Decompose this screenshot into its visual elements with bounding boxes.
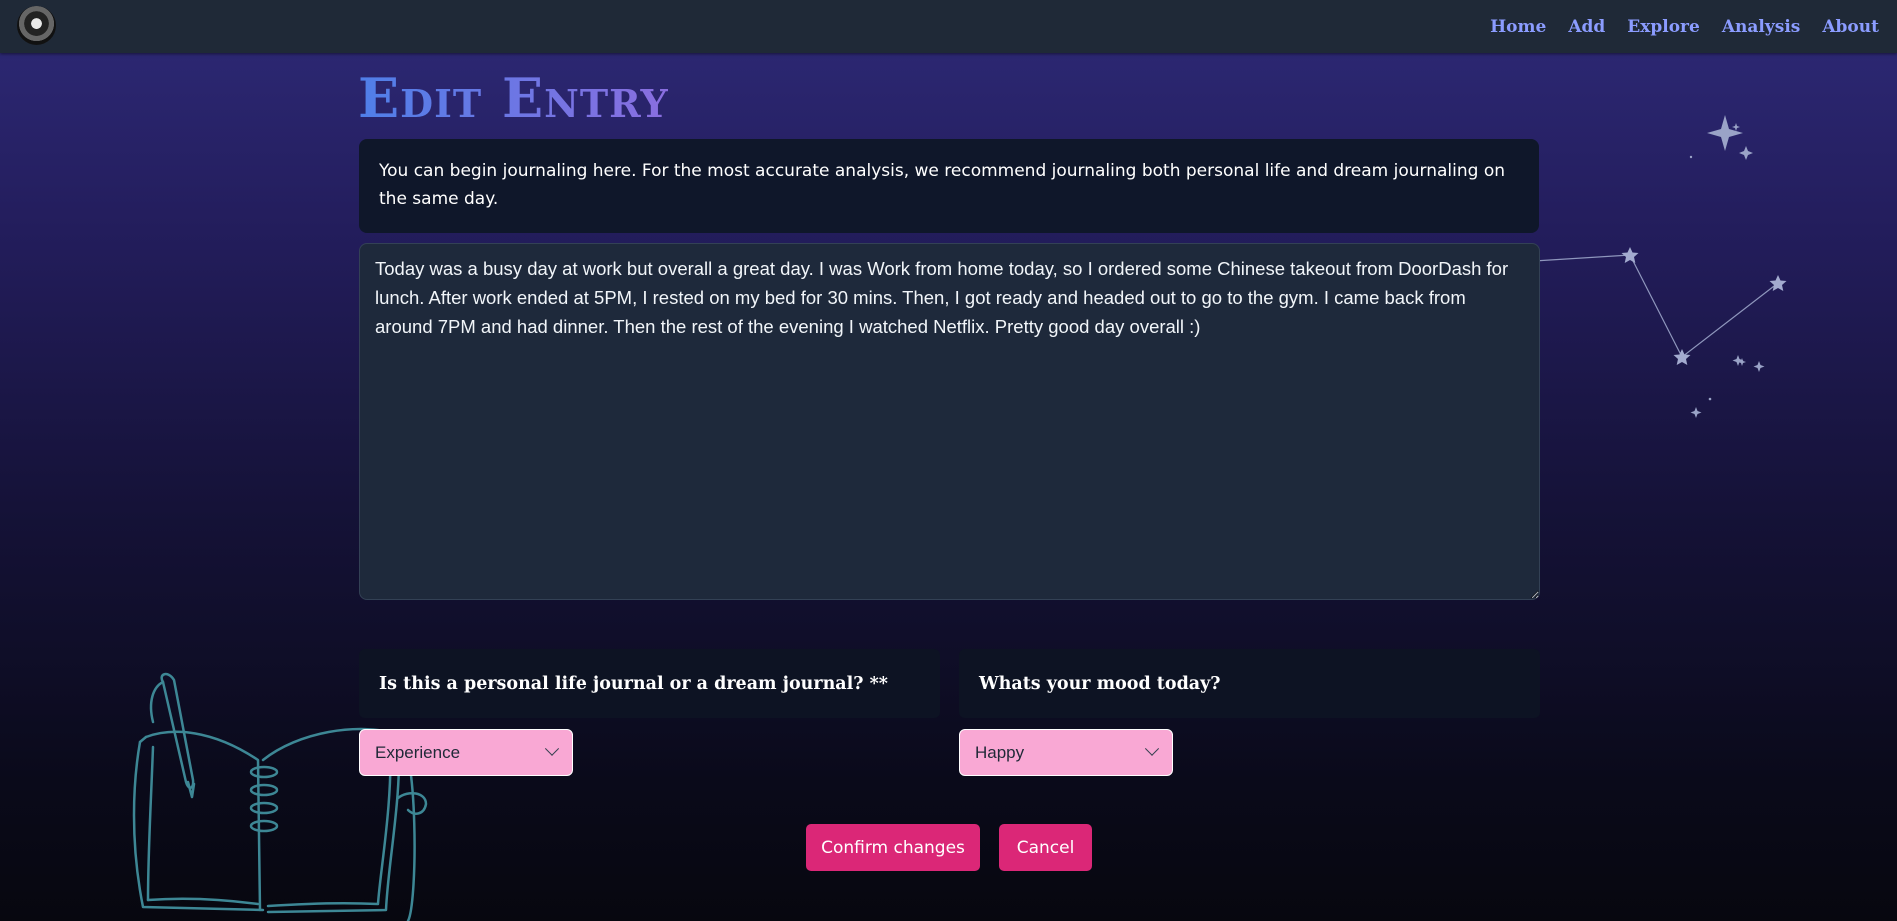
nav-link-explore[interactable]: Explore [1627, 17, 1700, 37]
confirm-changes-button[interactable]: Confirm changes [806, 824, 980, 871]
chevron-down-icon [1144, 741, 1160, 756]
nav-link-analysis[interactable]: Analysis [1722, 17, 1801, 37]
info-box: You can begin journaling here. For the m… [359, 139, 1539, 233]
journal-type-question: Is this a personal life journal or a dre… [359, 649, 940, 718]
top-navbar: Home Add Explore Analysis About [0, 0, 1897, 53]
constellation-stars-icon [1513, 115, 1787, 418]
journal-entry-textarea[interactable]: Today was a busy day at work but overall… [359, 243, 1540, 600]
nav-link-home[interactable]: Home [1490, 17, 1546, 37]
mood-selected-value: Happy [975, 742, 1025, 762]
nav-link-about[interactable]: About [1822, 17, 1879, 37]
avatar[interactable] [17, 6, 56, 45]
journal-type-select[interactable]: Experience [359, 729, 573, 776]
mood-question: Whats your mood today? [959, 649, 1540, 718]
nav-link-add[interactable]: Add [1568, 17, 1605, 37]
nav-links: Home Add Explore Analysis About [1490, 0, 1879, 53]
page-title: Edit Entry [358, 66, 669, 130]
mood-select[interactable]: Happy [959, 729, 1173, 776]
chevron-down-icon [544, 741, 560, 756]
journal-type-selected-value: Experience [375, 742, 461, 762]
cancel-button[interactable]: Cancel [999, 824, 1092, 871]
